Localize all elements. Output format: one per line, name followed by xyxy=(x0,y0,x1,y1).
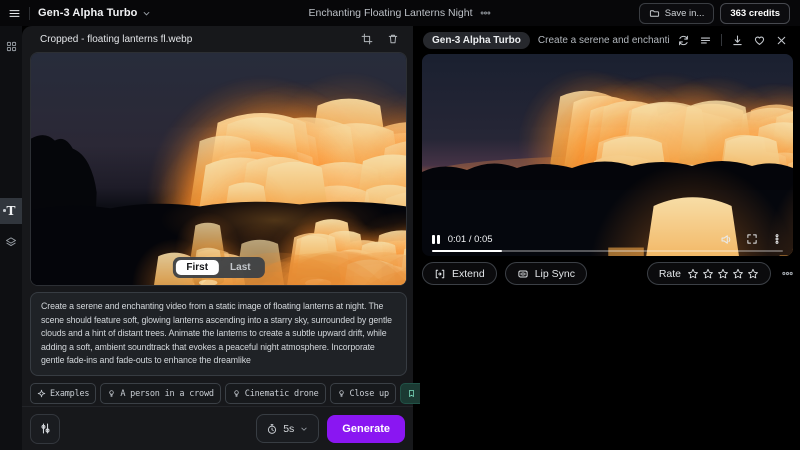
lantern-image xyxy=(31,53,406,285)
topbar-divider xyxy=(29,7,30,20)
credits-label: 363 credits xyxy=(730,8,780,19)
video-actions: Extend Lip Sync Rate xyxy=(422,262,794,285)
regenerate-icon[interactable] xyxy=(677,34,690,47)
download-icon[interactable] xyxy=(731,34,744,47)
first-frame-button[interactable]: First xyxy=(175,260,219,275)
lip-sync-button[interactable]: Lip Sync xyxy=(505,262,587,285)
top-bar: Gen-3 Alpha Turbo Enchanting Floating La… xyxy=(0,0,800,26)
star-icon[interactable] xyxy=(717,268,729,280)
stopwatch-icon xyxy=(266,423,278,435)
star-icon[interactable] xyxy=(702,268,714,280)
generation-prompt-preview: Create a serene and enchanting video fro… xyxy=(538,35,669,46)
video-progress-bar[interactable] xyxy=(432,250,783,252)
generation-panel: Gen-3 Alpha Turbo Create a serene and en… xyxy=(420,26,800,450)
sliders-icon xyxy=(39,422,52,435)
pause-icon[interactable] xyxy=(432,235,440,244)
lightbulb-icon xyxy=(337,389,346,398)
lightbulb-icon xyxy=(107,389,116,398)
hamburger-menu-icon[interactable] xyxy=(8,7,21,20)
prompt-details-icon[interactable] xyxy=(699,34,712,47)
asset-name: Cropped - floating lanterns fl.webp xyxy=(40,34,192,45)
rate-stars[interactable] xyxy=(687,268,759,280)
save-in-button[interactable]: Save in... xyxy=(639,3,715,24)
chip-label: Examples xyxy=(50,389,89,399)
trash-icon[interactable] xyxy=(387,33,399,45)
grid-icon xyxy=(6,41,17,52)
sparkle-icon xyxy=(37,389,46,398)
credits-button[interactable]: 363 credits xyxy=(720,3,790,24)
folder-icon xyxy=(649,8,660,19)
assets-grid-button[interactable] xyxy=(0,34,22,58)
star-icon[interactable] xyxy=(687,268,699,280)
chip-label: Close up xyxy=(350,389,389,399)
crop-icon[interactable] xyxy=(361,33,373,45)
examples-chip[interactable]: Examples xyxy=(30,383,96,404)
tool-rail: T xyxy=(0,26,22,450)
prompt-suggestions: Examples A person in a crowd Cinematic d… xyxy=(30,383,407,404)
title-more-icon[interactable] xyxy=(480,7,492,19)
bookmark-icon xyxy=(407,389,416,398)
close-icon[interactable] xyxy=(775,34,788,47)
fullscreen-icon[interactable] xyxy=(746,233,758,245)
rate-control[interactable]: Rate xyxy=(647,262,771,285)
settings-button[interactable] xyxy=(30,414,60,444)
lightbulb-icon xyxy=(232,389,241,398)
extend-label: Extend xyxy=(452,268,485,280)
active-tool-dot xyxy=(3,209,6,212)
suggestion-chip-person-in-crowd[interactable]: A person in a crowd xyxy=(100,383,220,404)
lip-sync-label: Lip Sync xyxy=(535,268,575,280)
generate-bar: 5s Generate xyxy=(22,406,413,450)
player-kebab-icon[interactable] xyxy=(771,233,783,245)
extend-button[interactable]: Extend xyxy=(422,262,497,285)
more-options-icon[interactable] xyxy=(781,267,794,280)
editor-panel: Cropped - floating lanterns fl.webp Firs… xyxy=(22,26,413,450)
layers-tool-button[interactable] xyxy=(0,230,22,254)
playback-time: 0:01 / 0:05 xyxy=(448,234,493,245)
chevron-down-icon xyxy=(141,8,152,19)
model-tag: Gen-3 Alpha Turbo xyxy=(423,32,530,49)
chip-label: Cinematic drone xyxy=(245,389,319,399)
layers-icon xyxy=(5,236,17,248)
generate-button[interactable]: Generate xyxy=(327,415,405,443)
last-frame-button[interactable]: Last xyxy=(219,260,262,275)
text-prompt-tool-button[interactable]: T xyxy=(0,198,22,224)
volume-icon[interactable] xyxy=(720,233,733,246)
project-title[interactable]: Enchanting Floating Lanterns Night xyxy=(308,7,472,19)
extend-icon xyxy=(434,268,446,280)
input-image-preview[interactable]: First Last xyxy=(30,52,407,286)
player-controls: 0:01 / 0:05 xyxy=(422,231,793,247)
save-in-label: Save in... xyxy=(665,8,705,19)
text-tool-glyph: T xyxy=(7,204,16,218)
prompt-textarea[interactable]: Create a serene and enchanting video fro… xyxy=(30,292,407,376)
rate-label: Rate xyxy=(659,268,681,280)
generated-video-frame xyxy=(422,54,793,256)
model-selector-label: Gen-3 Alpha Turbo xyxy=(38,7,137,19)
favorite-heart-icon[interactable] xyxy=(753,34,766,47)
star-icon[interactable] xyxy=(747,268,759,280)
keyframe-toggle: First Last xyxy=(172,257,264,278)
chevron-down-icon xyxy=(299,424,309,434)
chip-label: A person in a crowd xyxy=(120,389,213,399)
lip-sync-icon xyxy=(517,268,529,280)
star-icon[interactable] xyxy=(732,268,744,280)
duration-label: 5s xyxy=(283,423,294,435)
model-selector[interactable]: Gen-3 Alpha Turbo xyxy=(38,7,152,19)
suggestion-chip-cinematic-drone[interactable]: Cinematic drone xyxy=(225,383,326,404)
icon-divider xyxy=(721,34,722,46)
duration-selector[interactable]: 5s xyxy=(256,414,319,443)
suggestion-chip-close-up[interactable]: Close up xyxy=(330,383,396,404)
video-player[interactable]: 0:01 / 0:05 xyxy=(422,54,793,256)
video-progress-fill xyxy=(432,250,502,252)
